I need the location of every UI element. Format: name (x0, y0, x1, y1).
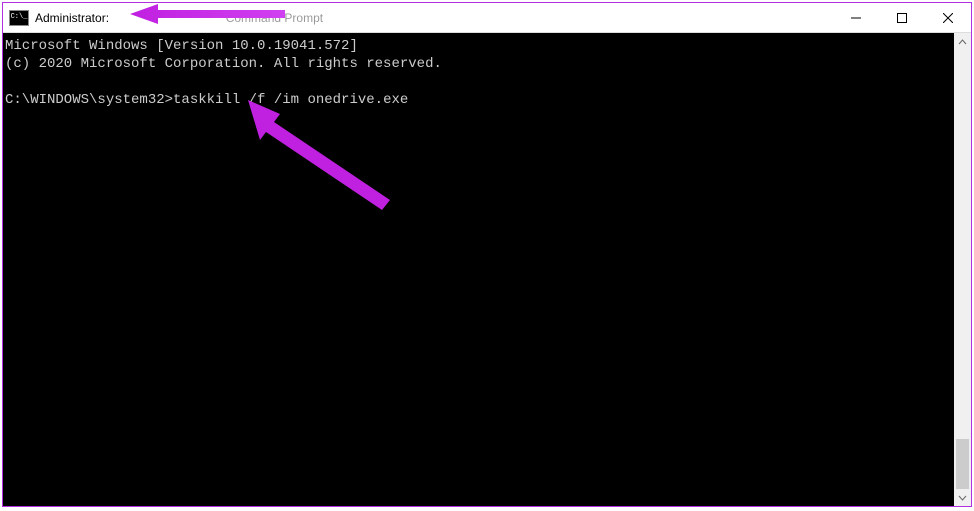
title-left: Administrator: Command Prompt (3, 10, 323, 26)
command-prompt-window: Administrator: Command Prompt Microsoft … (2, 2, 972, 507)
terminal-content: Microsoft Windows [Version 10.0.19041.57… (3, 33, 971, 113)
chevron-down-icon (958, 495, 967, 501)
terminal-area[interactable]: Microsoft Windows [Version 10.0.19041.57… (3, 33, 971, 506)
cmd-icon (9, 10, 29, 26)
terminal-prompt: C:\WINDOWS\system32> (5, 92, 173, 108)
terminal-command: taskkill /f /im onedrive.exe (173, 92, 408, 108)
vertical-scrollbar[interactable] (954, 33, 971, 506)
window-controls (833, 3, 971, 32)
maximize-button[interactable] (879, 3, 925, 32)
window-title: Administrator: Command Prompt (35, 11, 323, 25)
terminal-line: (c) 2020 Microsoft Corporation. All righ… (5, 56, 442, 72)
scroll-track[interactable] (954, 50, 971, 489)
scroll-down-button[interactable] (954, 489, 971, 506)
chevron-up-icon (958, 39, 967, 45)
minimize-icon (851, 13, 861, 23)
close-button[interactable] (925, 3, 971, 32)
maximize-icon (897, 13, 907, 23)
terminal-line: Microsoft Windows [Version 10.0.19041.57… (5, 38, 358, 54)
scroll-up-button[interactable] (954, 33, 971, 50)
titlebar[interactable]: Administrator: Command Prompt (3, 3, 971, 33)
scroll-thumb[interactable] (956, 439, 969, 489)
close-icon (943, 13, 953, 23)
minimize-button[interactable] (833, 3, 879, 32)
